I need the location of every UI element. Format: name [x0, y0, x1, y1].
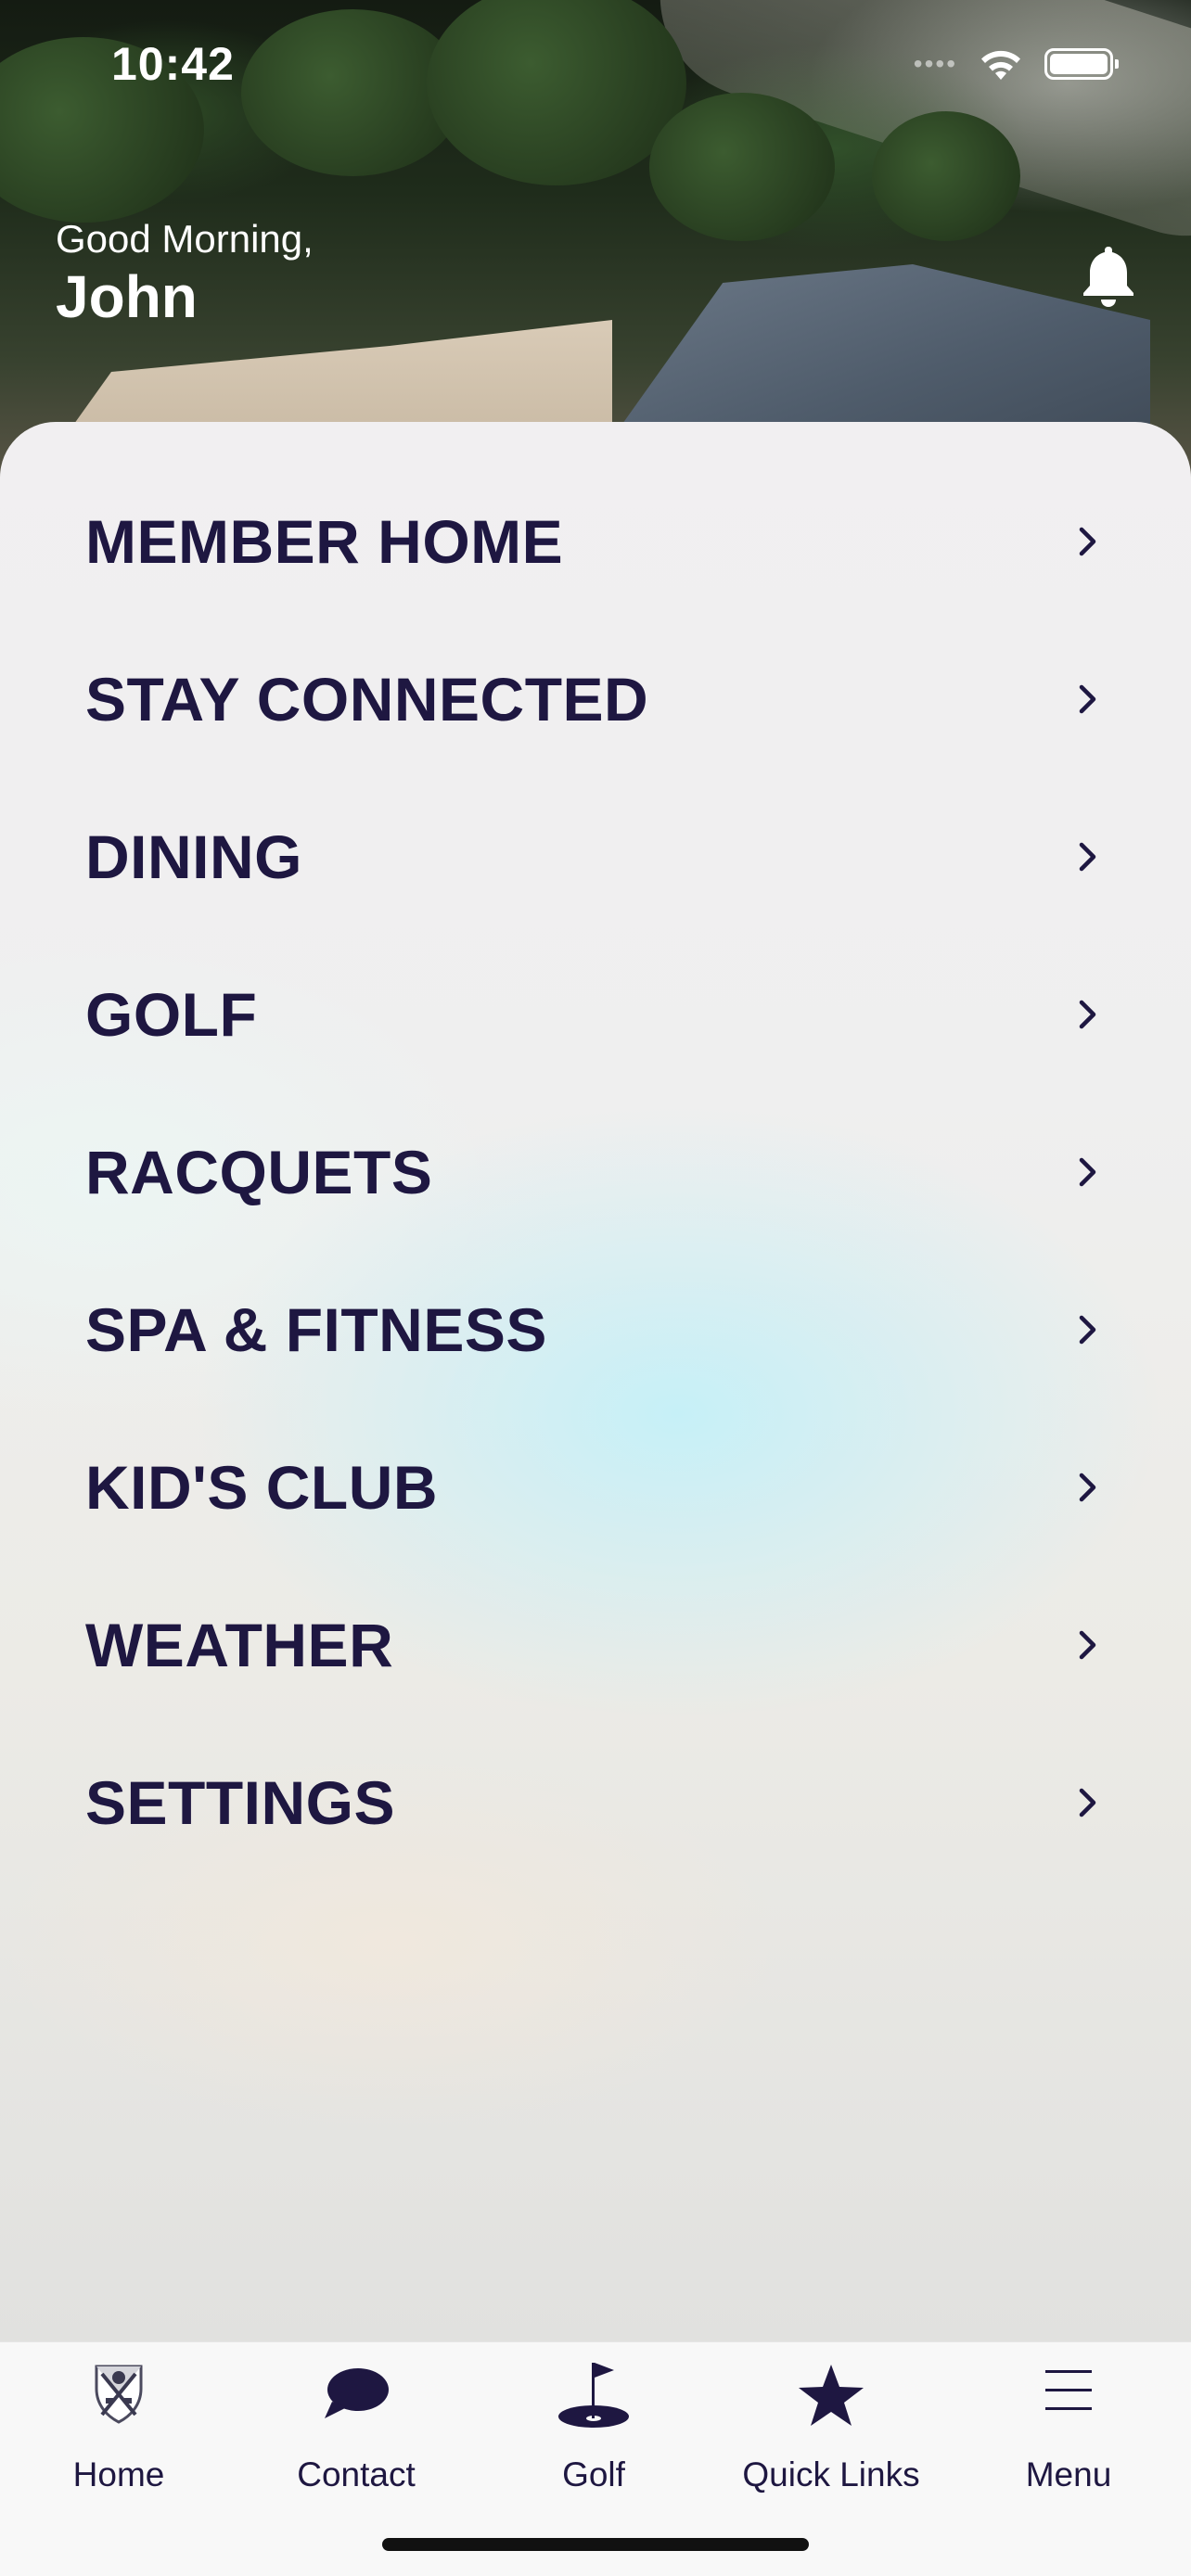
- tab-label: Contact: [297, 2455, 416, 2493]
- menu-panel: MEMBER HOME STAY CONNECTED DINING GOLF R…: [0, 422, 1191, 2341]
- tab-menu[interactable]: Menu: [950, 2342, 1187, 2509]
- tab-label: Home: [72, 2455, 165, 2493]
- chevron-right-icon: [1079, 684, 1096, 714]
- chevron-right-icon: [1079, 1000, 1096, 1029]
- menu-item-label: DINING: [85, 823, 302, 891]
- menu-item-stay-connected[interactable]: STAY CONNECTED: [0, 620, 1191, 778]
- menu-item-label: SPA & FITNESS: [85, 1295, 547, 1364]
- chevron-right-icon: [1079, 1630, 1096, 1660]
- menu-item-settings[interactable]: SETTINGS: [0, 1724, 1191, 1881]
- menu-item-dining[interactable]: DINING: [0, 778, 1191, 936]
- tab-contact[interactable]: Contact: [237, 2342, 475, 2509]
- user-name: John: [56, 263, 198, 330]
- chevron-right-icon: [1079, 1157, 1096, 1187]
- cellular-signal-icon: ••••: [913, 49, 957, 78]
- tab-home[interactable]: Home: [0, 2342, 237, 2509]
- notification-bell-icon[interactable]: [1080, 243, 1137, 308]
- menu-item-label: WEATHER: [85, 1611, 394, 1679]
- menu-item-spa-fitness[interactable]: SPA & FITNESS: [0, 1251, 1191, 1409]
- chevron-right-icon: [1079, 1473, 1096, 1502]
- hero-tree: [872, 111, 1020, 241]
- status-time: 10:42: [111, 38, 235, 90]
- wifi-icon: [981, 50, 1020, 80]
- tab-label: Menu: [1025, 2455, 1112, 2493]
- chevron-right-icon: [1079, 1315, 1096, 1345]
- status-icons: ••••: [913, 46, 1119, 82]
- status-bar: 10:42 ••••: [0, 0, 1191, 130]
- club-crest-icon: [95, 2365, 143, 2424]
- hamburger-menu-icon: [1045, 2370, 1092, 2410]
- menu-item-label: RACQUETS: [85, 1138, 433, 1206]
- battery-icon: [1044, 48, 1119, 80]
- menu-item-label: GOLF: [85, 980, 258, 1049]
- chevron-right-icon: [1079, 1788, 1096, 1817]
- menu-item-weather[interactable]: WEATHER: [0, 1566, 1191, 1724]
- menu-item-golf[interactable]: GOLF: [0, 936, 1191, 1093]
- chevron-right-icon: [1079, 527, 1096, 556]
- app-screen: 10:42 •••• Good Morning, John MEMBER HOM…: [0, 0, 1191, 2576]
- golf-flag-icon: [558, 2363, 629, 2428]
- star-icon: [799, 2365, 864, 2426]
- tab-golf[interactable]: Golf: [475, 2342, 712, 2509]
- menu-item-label: MEMBER HOME: [85, 507, 564, 576]
- tab-label: Golf: [562, 2455, 625, 2493]
- tab-quick-links[interactable]: Quick Links: [712, 2342, 950, 2509]
- menu-item-member-home[interactable]: MEMBER HOME: [0, 463, 1191, 620]
- home-indicator[interactable]: [382, 2538, 809, 2551]
- menu-item-racquets[interactable]: RACQUETS: [0, 1093, 1191, 1251]
- menu-item-kids-club[interactable]: KID'S CLUB: [0, 1409, 1191, 1566]
- greeting-text: Good Morning,: [56, 217, 314, 261]
- chevron-right-icon: [1079, 842, 1096, 872]
- menu-item-label: SETTINGS: [85, 1768, 396, 1837]
- menu-item-label: KID'S CLUB: [85, 1453, 439, 1522]
- tab-label: Quick Links: [742, 2455, 920, 2493]
- menu-item-label: STAY CONNECTED: [85, 665, 649, 733]
- chat-bubble-icon: [325, 2368, 389, 2418]
- greeting-block: Good Morning, John: [56, 215, 314, 330]
